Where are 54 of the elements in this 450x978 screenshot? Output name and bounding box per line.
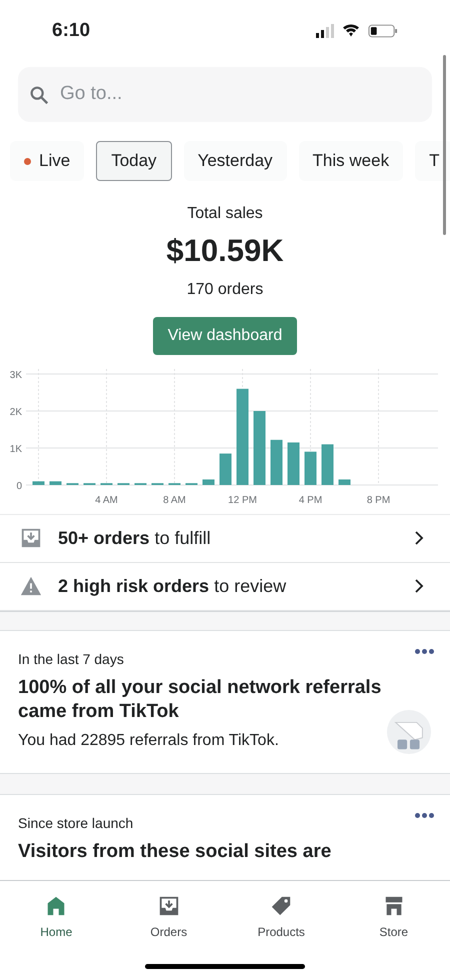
- warning-icon: [20, 575, 42, 597]
- axis-label: 8 PM: [366, 494, 390, 504]
- card-body: You had 22895 referrals from TikTok.: [18, 730, 280, 750]
- chart-bar: [220, 453, 232, 484]
- chart-bar: [322, 444, 334, 484]
- tag-icon: [270, 895, 292, 917]
- filter-tab[interactable]: Live: [10, 141, 84, 181]
- battery-icon: [368, 24, 398, 38]
- search-icon: [28, 84, 50, 106]
- home-icon: [45, 895, 68, 917]
- more-options-button[interactable]: [413, 646, 436, 656]
- nav-tab[interactable]: Home: [0, 895, 112, 941]
- chart-bar: [338, 478, 350, 484]
- chart-bar: [32, 480, 44, 484]
- wifi-icon: [342, 24, 360, 38]
- axis-label: 1K: [10, 444, 22, 454]
- filter-tab[interactable]: T: [415, 141, 450, 181]
- search-input[interactable]: Go to...: [60, 80, 422, 109]
- axis-label: 0: [16, 480, 22, 492]
- card-caption: Since store launch: [18, 814, 134, 832]
- card-caption: In the last 7 days: [18, 650, 125, 669]
- chart-bar: [202, 478, 214, 484]
- filter-tab[interactable]: Today: [96, 141, 172, 181]
- task-text: 2 high risk orders to review: [58, 574, 288, 598]
- chart-bar: [304, 451, 316, 484]
- axis-label: 12 PM: [228, 494, 257, 504]
- axis-label: 4 PM: [298, 494, 322, 504]
- task-row[interactable]: 50+ orders to fulfill: [0, 514, 450, 562]
- more-options-button[interactable]: [413, 810, 436, 820]
- total-sales-amount: $10.59K: [166, 232, 284, 270]
- nav-tab[interactable]: Orders: [112, 895, 225, 941]
- task-text: 50+ orders to fulfill: [58, 526, 212, 550]
- chart-bar: [270, 439, 282, 484]
- axis-label: 4 AM: [95, 494, 118, 504]
- view-dashboard-button[interactable]: View dashboard: [152, 316, 298, 354]
- orders-count: 170 orders: [186, 280, 264, 300]
- card-title: 100% of all your social network referrals came from TikTok: [18, 676, 382, 724]
- filter-tab[interactable]: This week: [298, 141, 404, 181]
- inbox-icon: [158, 895, 180, 917]
- inbox-icon: [20, 527, 42, 549]
- search-field[interactable]: Go to...: [18, 67, 432, 122]
- axis-label: 8 AM: [163, 494, 186, 504]
- summary-title: Total sales: [187, 204, 263, 224]
- filter-tab[interactable]: Yesterday: [184, 141, 287, 181]
- chart-bar: [288, 442, 300, 484]
- nav-tab[interactable]: Store: [338, 895, 450, 941]
- card-title: Visitors from these social sites are: [18, 840, 332, 864]
- axis-label: 3K: [10, 370, 22, 380]
- status-time: 6:10: [52, 18, 90, 43]
- nav-tab[interactable]: Products: [225, 895, 338, 941]
- signal-icon: [316, 24, 334, 38]
- people-illustration-drawing: [386, 708, 432, 754]
- chart-bar: [50, 480, 62, 484]
- axis-label: 2K: [10, 406, 22, 418]
